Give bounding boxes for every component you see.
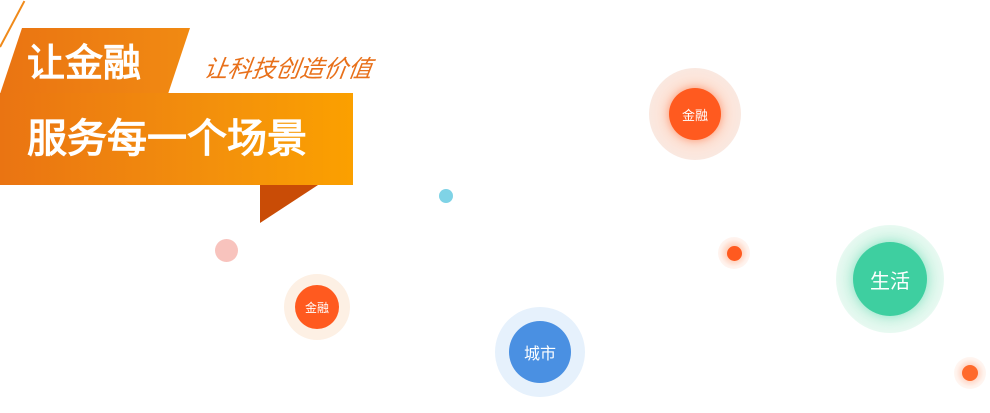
finance-bubble-left-core: 金融 bbox=[295, 285, 339, 329]
decorative-dot-pink bbox=[215, 239, 238, 262]
finance-bubble-top-core: 金融 bbox=[669, 88, 721, 140]
finance-bubble-top: 金融 bbox=[649, 68, 741, 160]
life-bubble: 生活 bbox=[836, 225, 944, 333]
finance-bubble-left-label: 金融 bbox=[304, 300, 329, 315]
city-bubble-label: 城市 bbox=[523, 344, 556, 363]
finance-bubble-top-label: 金融 bbox=[681, 108, 708, 124]
life-bubble-label: 生活 bbox=[870, 268, 910, 293]
life-bubble-core: 生活 bbox=[853, 242, 927, 316]
decorative-dot-orange-small bbox=[718, 237, 750, 269]
slogan-text: 让科技创造价值 bbox=[202, 55, 374, 83]
city-bubble: 城市 bbox=[495, 307, 585, 397]
headline-line-1: 让金融 bbox=[27, 41, 142, 85]
hero-banner: 让金融 服务每一个场景 让科技创造价值 金融 金融 城市 生活 bbox=[0, 0, 990, 413]
headline-line-2: 服务每一个场景 bbox=[27, 116, 307, 162]
decorative-dot-cyan bbox=[439, 189, 453, 203]
decorative-dot-orange-corner bbox=[954, 357, 986, 389]
banner-ribbon-fold bbox=[260, 185, 318, 223]
finance-bubble-left: 金融 bbox=[284, 274, 350, 340]
city-bubble-core: 城市 bbox=[509, 321, 571, 383]
